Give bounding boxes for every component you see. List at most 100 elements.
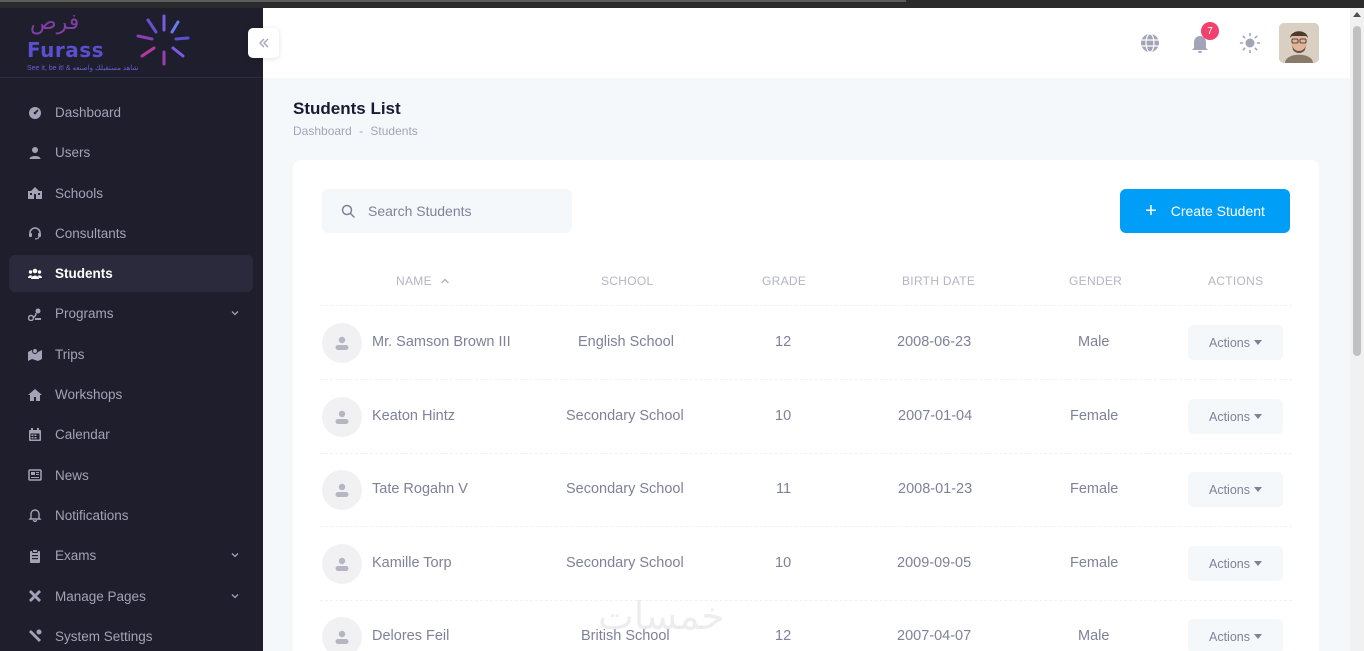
double-chevron-left-icon — [258, 38, 268, 48]
sidebar-item-notifications[interactable]: Notifications — [9, 497, 253, 534]
sidebar-item-label: System Settings — [55, 628, 153, 644]
programs-icon — [28, 307, 42, 321]
column-header-school[interactable]: SCHOOL — [601, 274, 653, 288]
sidebar-item-label: Workshops — [55, 387, 123, 403]
student-name[interactable]: Keaton Hintz — [372, 408, 455, 424]
student-avatar-placeholder-icon — [322, 470, 362, 510]
sidebar-item-system-settings[interactable]: System Settings — [9, 618, 253, 651]
student-birth-date: 2008-01-23 — [898, 481, 973, 497]
sidebar-item-calendar[interactable]: Calendar — [9, 416, 253, 453]
globe-icon[interactable] — [1139, 32, 1161, 54]
sidebar-item-trips[interactable]: Trips — [9, 336, 253, 373]
settings-icon — [28, 629, 42, 643]
sidebar-item-label: Programs — [55, 306, 114, 322]
student-avatar-placeholder-icon — [322, 397, 362, 437]
sidebar-item-students[interactable]: Students — [9, 255, 253, 293]
student-name[interactable]: Mr. Samson Brown III — [372, 334, 511, 350]
actions-dropdown-button[interactable]: Actions — [1188, 325, 1283, 360]
search-icon — [341, 204, 355, 218]
user-icon — [28, 146, 42, 160]
caret-down-icon — [1254, 340, 1262, 345]
notification-badge: 7 — [1201, 22, 1219, 40]
sidebar-item-dashboard[interactable]: Dashboard — [9, 94, 253, 131]
student-name[interactable]: Tate Rogahn V — [372, 481, 468, 497]
sidebar-item-label: Students — [55, 266, 113, 282]
sidebar: فرص Furass See it, be it! & شاهد مستقبلك… — [0, 8, 263, 651]
caret-down-icon — [1254, 561, 1262, 566]
search-input[interactable] — [368, 189, 564, 233]
student-name[interactable]: Delores Feil — [372, 628, 449, 644]
breadcrumb-students: Students — [370, 124, 418, 138]
sidebar-item-manage-pages[interactable]: Manage Pages — [9, 578, 253, 615]
breadcrumb: Dashboard - Students — [293, 124, 422, 138]
table-row: Tate Rogahn V Secondary School 11 2008-0… — [320, 453, 1292, 527]
column-header-birth-date[interactable]: BIRTH DATE — [902, 274, 975, 288]
actions-dropdown-button[interactable]: Actions — [1188, 399, 1283, 434]
users-group-icon — [28, 267, 42, 281]
sidebar-item-schools[interactable]: Schools — [9, 175, 253, 212]
actions-dropdown-button[interactable]: Actions — [1188, 619, 1283, 651]
student-school: Secondary School — [566, 481, 684, 497]
sidebar-item-label: Calendar — [55, 427, 110, 443]
page-title: Students List — [293, 99, 401, 118]
sidebar-item-exams[interactable]: Exams — [9, 537, 253, 574]
sidebar-item-consultants[interactable]: Consultants — [9, 215, 253, 252]
dashboard-icon — [28, 106, 42, 120]
column-header-name[interactable]: NAME — [396, 274, 450, 288]
caret-down-icon — [1254, 634, 1262, 639]
bell-icon — [28, 508, 42, 523]
sidebar-item-label: Exams — [55, 548, 97, 564]
create-student-label: Create Student — [1170, 203, 1265, 219]
column-header-gender[interactable]: GENDER — [1069, 274, 1122, 288]
sidebar-item-label: News — [55, 467, 89, 483]
newspaper-icon — [28, 468, 42, 482]
student-name[interactable]: Kamille Torp — [372, 555, 452, 571]
school-icon — [28, 186, 42, 200]
top-header: 7 — [263, 8, 1350, 78]
chevron-down-icon — [231, 593, 239, 598]
student-gender: Male — [1078, 334, 1110, 350]
student-birth-date: 2009-09-05 — [897, 555, 972, 571]
table-row: Kamille Torp Secondary School 10 2009-09… — [320, 527, 1292, 601]
breadcrumb-dashboard[interactable]: Dashboard — [293, 124, 352, 138]
students-card: + Create Student NAME SCHOOL GRADE BIRTH… — [293, 160, 1319, 651]
logo-tagline: See it, be it! & شاهد مستقبلك واصنعه — [27, 65, 139, 72]
student-gender: Female — [1070, 555, 1119, 571]
sidebar-item-label: Schools — [55, 185, 104, 201]
sidebar-item-news[interactable]: News — [9, 457, 253, 494]
sidebar-item-programs[interactable]: Programs — [9, 295, 253, 332]
user-avatar[interactable] — [1279, 23, 1319, 63]
sidebar-item-users[interactable]: Users — [9, 134, 253, 171]
logo-burst-icon — [136, 14, 190, 66]
student-school: Secondary School — [566, 408, 684, 424]
sidebar-item-workshops[interactable]: Workshops — [9, 376, 253, 413]
workshop-icon — [28, 388, 42, 402]
sidebar-collapse-button[interactable] — [248, 28, 279, 58]
browser-top-strip — [0, 0, 1364, 8]
student-avatar-placeholder-icon — [322, 544, 362, 584]
sidebar-item-label: Trips — [55, 346, 85, 362]
chevron-down-icon — [231, 311, 239, 316]
student-gender: Female — [1070, 408, 1119, 424]
headset-icon — [28, 226, 42, 240]
actions-dropdown-button[interactable]: Actions — [1188, 472, 1283, 507]
actions-dropdown-button[interactable]: Actions — [1188, 546, 1283, 581]
student-grade: 12 — [775, 628, 792, 644]
scrollbar-thumb[interactable] — [1353, 26, 1361, 356]
student-school: British School — [581, 628, 670, 644]
student-birth-date: 2007-04-07 — [897, 628, 972, 644]
logo[interactable]: فرص Furass See it, be it! & شاهد مستقبلك… — [0, 8, 263, 78]
student-school: Secondary School — [566, 555, 684, 571]
caret-down-icon — [1254, 414, 1262, 419]
scroll-up-arrow-icon[interactable] — [1353, 12, 1361, 17]
plus-icon: + — [1145, 200, 1157, 222]
student-grade: 12 — [775, 334, 792, 350]
student-birth-date: 2008-06-23 — [897, 334, 972, 350]
column-header-grade[interactable]: GRADE — [762, 274, 806, 288]
sun-icon[interactable] — [1239, 32, 1261, 54]
logo-text: Furass — [27, 38, 105, 62]
create-student-button[interactable]: + Create Student — [1120, 189, 1290, 233]
sidebar-item-label: Notifications — [55, 507, 129, 523]
student-avatar-placeholder-icon — [322, 323, 362, 363]
student-grade: 10 — [775, 408, 792, 424]
